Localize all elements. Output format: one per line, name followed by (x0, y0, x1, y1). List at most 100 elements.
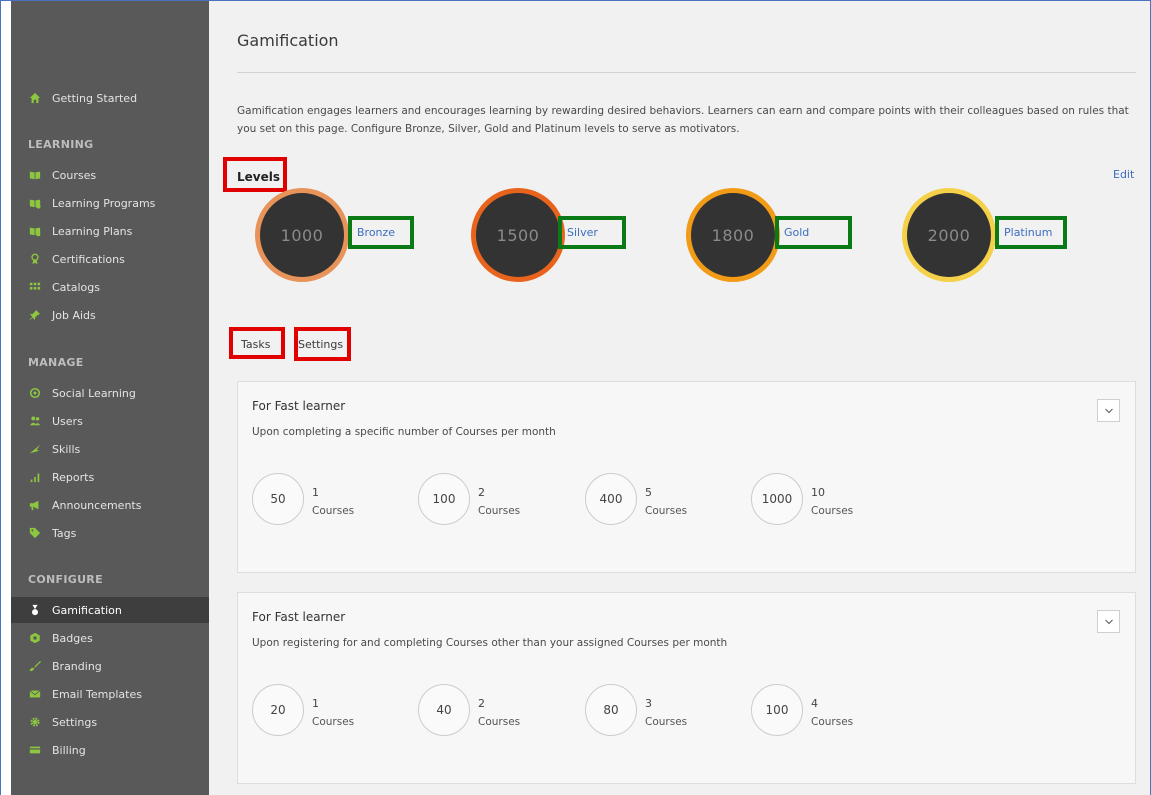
level-medal: 1800 (686, 188, 780, 282)
badge-icon (28, 631, 42, 645)
sidebar-item-label: Social Learning (52, 386, 136, 400)
sidebar-item-learning-programs[interactable]: Learning Programs (11, 190, 209, 216)
sidebar-item-label: Job Aids (52, 308, 96, 322)
level-points: 1000 (280, 225, 324, 245)
rule-unit: Courses (811, 716, 854, 728)
program-icon (28, 196, 42, 210)
sidebar-item-label: Tags (52, 526, 77, 540)
section-learning: LEARNING (28, 138, 94, 151)
sidebar-item-social-learning[interactable]: Social Learning (11, 380, 209, 406)
medal-icon (28, 603, 42, 617)
gear-icon (28, 715, 42, 729)
app-frame: Getting Started LEARNING Courses Learnin… (0, 0, 1151, 795)
sidebar-item-learning-plans[interactable]: Learning Plans (11, 218, 209, 244)
sidebar-item-email-templates[interactable]: Email Templates (11, 681, 209, 707)
section-manage: MANAGE (28, 356, 84, 369)
sidebar-item-announcements[interactable]: Announcements (11, 492, 209, 518)
rule-points: 50 (252, 473, 304, 525)
home-icon (28, 91, 42, 105)
rule-unit: Courses (312, 505, 355, 517)
sidebar-item-billing[interactable]: Billing (11, 737, 209, 763)
bar-chart-icon (28, 470, 42, 484)
rule-count: 2 (478, 486, 485, 499)
rule-unit: Courses (478, 716, 521, 728)
rule-points: 100 (418, 473, 470, 525)
main-content: Gamification Gamification engages learne… (209, 1, 1150, 795)
sidebar-item-label: Settings (52, 715, 98, 729)
level-medal: 1000 (255, 188, 349, 282)
level-points: 1500 (496, 225, 540, 245)
social-icon (28, 386, 42, 400)
expand-card-button[interactable] (1097, 399, 1120, 422)
megaphone-icon (28, 498, 42, 512)
sidebar-item-courses[interactable]: Courses (11, 162, 209, 188)
page-title: Gamification (237, 31, 339, 50)
sidebar-item-label: Courses (52, 168, 97, 182)
sidebar-item-branding[interactable]: Branding (11, 653, 209, 679)
sidebar-item-getting-started[interactable]: Getting Started (11, 85, 209, 111)
rule-unit: Courses (811, 505, 854, 517)
rule-count: 1 (312, 486, 319, 499)
sidebar-item-label: Reports (52, 470, 95, 484)
level-name-link[interactable]: Platinum (995, 216, 1067, 249)
rule-points: 100 (751, 684, 803, 736)
sidebar-item-label: Catalogs (52, 280, 100, 294)
rule-unit: Courses (645, 716, 688, 728)
page-description: Gamification engages learners and encour… (237, 105, 1129, 135)
sidebar-item-label: Branding (52, 659, 102, 673)
sidebar-item-label: Billing (52, 743, 86, 757)
sidebar-item-label: Certifications (52, 252, 125, 266)
level-name-link[interactable]: Bronze (348, 216, 414, 249)
card-subtitle: Upon registering for and completing Cour… (252, 637, 728, 649)
tab-settings[interactable]: Settings (298, 338, 343, 351)
sidebar-item-label: Announcements (52, 498, 142, 512)
sidebar-item-certifications[interactable]: Certifications (11, 246, 209, 272)
level-medal: 2000 (902, 188, 996, 282)
rule-points: 400 (585, 473, 637, 525)
level-name-link[interactable]: Silver (558, 216, 626, 249)
certificate-icon (28, 252, 42, 266)
sidebar-item-tags[interactable]: Tags (11, 520, 209, 546)
rule-item: 80 3 Courses (585, 684, 755, 736)
sidebar-item-job-aids[interactable]: Job Aids (11, 302, 209, 328)
sidebar-item-label: Users (52, 414, 83, 428)
sidebar-item-catalogs[interactable]: Catalogs (11, 274, 209, 300)
grid-icon (28, 280, 42, 294)
rule-points: 80 (585, 684, 637, 736)
card-title: For Fast learner (252, 399, 346, 413)
rule-count: 3 (645, 697, 652, 710)
tab-tasks[interactable]: Tasks (241, 338, 270, 351)
sidebar-item-badges[interactable]: Badges (11, 625, 209, 651)
sidebar-item-skills[interactable]: Skills (11, 436, 209, 462)
sidebar: Getting Started LEARNING Courses Learnin… (11, 1, 209, 795)
card-icon (28, 743, 42, 757)
rule-unit: Courses (312, 716, 355, 728)
title-divider (237, 72, 1136, 73)
book-icon (28, 168, 42, 182)
brush-icon (28, 659, 42, 673)
rule-count: 4 (811, 697, 818, 710)
sidebar-item-reports[interactable]: Reports (11, 464, 209, 490)
rule-count: 5 (645, 486, 652, 499)
sidebar-item-label: Getting Started (52, 91, 138, 105)
users-icon (28, 414, 42, 428)
level-points: 1800 (711, 225, 755, 245)
rule-item: 100 2 Courses (418, 473, 588, 525)
tag-icon (28, 526, 42, 540)
rule-count: 1 (312, 697, 319, 710)
edit-levels-link[interactable]: Edit (1113, 168, 1134, 181)
rule-count: 2 (478, 697, 485, 710)
sidebar-item-label: Learning Programs (52, 196, 156, 210)
rule-item: 400 5 Courses (585, 473, 755, 525)
rule-unit: Courses (645, 505, 688, 517)
sidebar-item-settings[interactable]: Settings (11, 709, 209, 735)
rule-unit: Courses (478, 505, 521, 517)
rule-item: 100 4 Courses (751, 684, 921, 736)
expand-card-button[interactable] (1097, 610, 1120, 633)
level-points: 2000 (927, 225, 971, 245)
sidebar-item-users[interactable]: Users (11, 408, 209, 434)
sidebar-item-gamification[interactable]: Gamification (11, 597, 209, 623)
gamification-rule-card: For Fast learner Upon registering for an… (237, 592, 1136, 784)
level-name-link[interactable]: Gold (775, 216, 852, 249)
sidebar-item-label: Email Templates (52, 687, 142, 701)
